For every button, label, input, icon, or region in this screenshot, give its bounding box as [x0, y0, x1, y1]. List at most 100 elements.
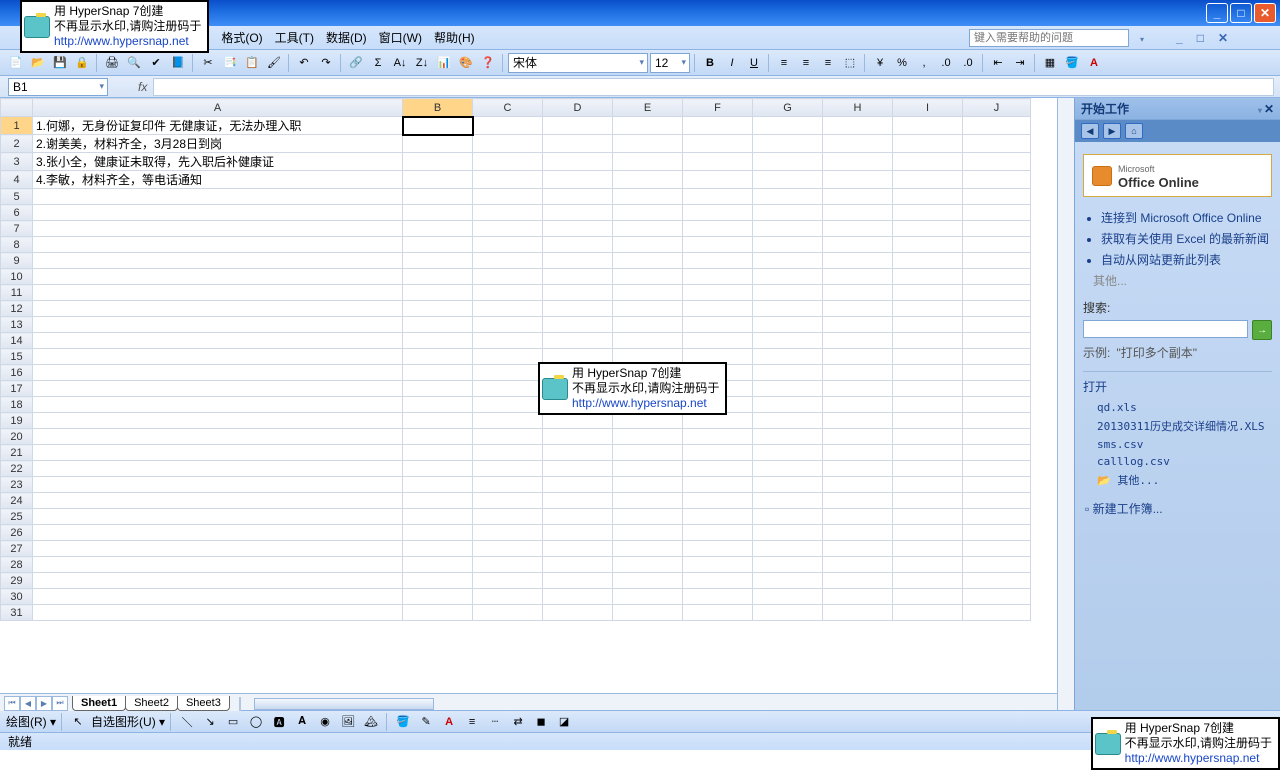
cell-D20[interactable]	[543, 429, 613, 445]
cell-A22[interactable]	[33, 461, 403, 477]
sort-desc-icon[interactable]: Z↓	[412, 53, 432, 73]
cell-D10[interactable]	[543, 269, 613, 285]
row-header[interactable]: 6	[1, 205, 33, 221]
cell-I18[interactable]	[893, 397, 963, 413]
cell-J28[interactable]	[963, 557, 1031, 573]
column-header[interactable]: H	[823, 99, 893, 117]
cell-F11[interactable]	[683, 285, 753, 301]
cell-G31[interactable]	[753, 605, 823, 621]
align-right-icon[interactable]: ≡	[818, 53, 838, 73]
row-header[interactable]: 31	[1, 605, 33, 621]
cell-H17[interactable]	[823, 381, 893, 397]
cell-H24[interactable]	[823, 493, 893, 509]
menu-tools[interactable]: 工具(T)	[269, 27, 320, 48]
cell-A27[interactable]	[33, 541, 403, 557]
currency-icon[interactable]: ¥	[870, 53, 890, 73]
cell-B23[interactable]	[403, 477, 473, 493]
draw-menu[interactable]: 绘图(R) ▾	[6, 713, 56, 730]
cell-C10[interactable]	[473, 269, 543, 285]
cell-I5[interactable]	[893, 189, 963, 205]
cell-G19[interactable]	[753, 413, 823, 429]
cell-G13[interactable]	[753, 317, 823, 333]
row-header[interactable]: 19	[1, 413, 33, 429]
cell-A28[interactable]	[33, 557, 403, 573]
cell-H7[interactable]	[823, 221, 893, 237]
sheet-nav-button[interactable]: ▶	[36, 696, 52, 711]
cell-J26[interactable]	[963, 525, 1031, 541]
cell-F8[interactable]	[683, 237, 753, 253]
row-header[interactable]: 3	[1, 153, 33, 171]
textbox-icon[interactable]: 🅰	[269, 712, 289, 732]
cell-G26[interactable]	[753, 525, 823, 541]
cell-C22[interactable]	[473, 461, 543, 477]
cell-F25[interactable]	[683, 509, 753, 525]
cell-E21[interactable]	[613, 445, 683, 461]
row-header[interactable]: 14	[1, 333, 33, 349]
cell-E14[interactable]	[613, 333, 683, 349]
cell-E23[interactable]	[613, 477, 683, 493]
dec-indent-icon[interactable]: ⇤	[988, 53, 1008, 73]
cell-B14[interactable]	[403, 333, 473, 349]
cell-E10[interactable]	[613, 269, 683, 285]
row-header[interactable]: 16	[1, 365, 33, 381]
cell-G6[interactable]	[753, 205, 823, 221]
cell-C14[interactable]	[473, 333, 543, 349]
cell-G7[interactable]	[753, 221, 823, 237]
cell-I19[interactable]	[893, 413, 963, 429]
cell-J7[interactable]	[963, 221, 1031, 237]
cell-H6[interactable]	[823, 205, 893, 221]
align-center-icon[interactable]: ≡	[796, 53, 816, 73]
cell-F7[interactable]	[683, 221, 753, 237]
line-color-icon[interactable]: ✎	[416, 712, 436, 732]
cell-F3[interactable]	[683, 153, 753, 171]
cell-D24[interactable]	[543, 493, 613, 509]
cell-C3[interactable]	[473, 153, 543, 171]
cell-A21[interactable]	[33, 445, 403, 461]
cell-A15[interactable]	[33, 349, 403, 365]
cell-H12[interactable]	[823, 301, 893, 317]
cell-A30[interactable]	[33, 589, 403, 605]
new-workbook-link[interactable]: 新建工作簿...	[1083, 500, 1272, 517]
cell-C21[interactable]	[473, 445, 543, 461]
cell-I28[interactable]	[893, 557, 963, 573]
cell-I4[interactable]	[893, 171, 963, 189]
sheet-nav-button[interactable]: ⏭	[52, 696, 68, 711]
cell-H27[interactable]	[823, 541, 893, 557]
cell-A8[interactable]	[33, 237, 403, 253]
fill-color-icon[interactable]: 🪣	[1062, 53, 1082, 73]
cell-D9[interactable]	[543, 253, 613, 269]
cell-G3[interactable]	[753, 153, 823, 171]
cell-J15[interactable]	[963, 349, 1031, 365]
cell-G9[interactable]	[753, 253, 823, 269]
cell-C5[interactable]	[473, 189, 543, 205]
taskpane-home-icon[interactable]: ⌂	[1125, 123, 1143, 139]
fill-color-draw-icon[interactable]: 🪣	[393, 712, 413, 732]
row-header[interactable]: 4	[1, 171, 33, 189]
row-header[interactable]: 28	[1, 557, 33, 573]
cell-A29[interactable]	[33, 573, 403, 589]
row-header[interactable]: 30	[1, 589, 33, 605]
cell-C12[interactable]	[473, 301, 543, 317]
cell-J13[interactable]	[963, 317, 1031, 333]
cell-J10[interactable]	[963, 269, 1031, 285]
cell-C23[interactable]	[473, 477, 543, 493]
cell-A13[interactable]	[33, 317, 403, 333]
cell-B5[interactable]	[403, 189, 473, 205]
cell-A26[interactable]	[33, 525, 403, 541]
3d-icon[interactable]: ◪	[554, 712, 574, 732]
taskpane-search-go-icon[interactable]: →	[1252, 320, 1272, 340]
cell-D30[interactable]	[543, 589, 613, 605]
cell-F27[interactable]	[683, 541, 753, 557]
cell-J3[interactable]	[963, 153, 1031, 171]
cell-E30[interactable]	[613, 589, 683, 605]
cell-C11[interactable]	[473, 285, 543, 301]
doc-restore-button[interactable]: □	[1191, 29, 1210, 47]
minimize-button[interactable]: _	[1206, 3, 1228, 23]
cell-F30[interactable]	[683, 589, 753, 605]
cell-I30[interactable]	[893, 589, 963, 605]
cell-H4[interactable]	[823, 171, 893, 189]
cell-D13[interactable]	[543, 317, 613, 333]
row-header[interactable]: 12	[1, 301, 33, 317]
cell-B31[interactable]	[403, 605, 473, 621]
cell-G22[interactable]	[753, 461, 823, 477]
